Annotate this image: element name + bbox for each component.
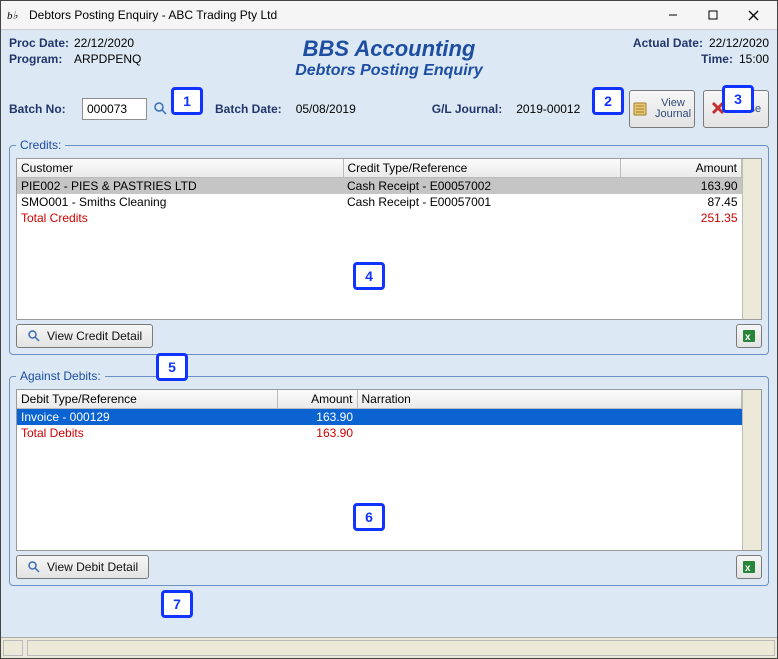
debits-footer: View Debit Detail x bbox=[16, 555, 762, 579]
view-debit-detail-button[interactable]: View Debit Detail bbox=[16, 555, 149, 579]
close-button[interactable]: Close bbox=[703, 90, 769, 128]
lookup-icon[interactable] bbox=[153, 101, 169, 117]
status-cell-icon bbox=[3, 640, 23, 656]
batch-no-label: Batch No: bbox=[9, 102, 74, 116]
debits-grid-gutter bbox=[742, 390, 761, 550]
time-label: Time: bbox=[701, 52, 733, 66]
debits-col-type[interactable]: Debit Type/Reference bbox=[17, 390, 277, 409]
debits-grid[interactable]: Debit Type/Reference Amount Narration In… bbox=[17, 390, 742, 550]
actual-date-label: Actual Date: bbox=[633, 36, 703, 50]
export-excel-credits-button[interactable]: x bbox=[736, 324, 762, 348]
window-title: Debtors Posting Enquiry - ABC Trading Pt… bbox=[29, 8, 653, 22]
svg-text:b♭: b♭ bbox=[7, 10, 19, 22]
export-excel-debits-button[interactable]: x bbox=[736, 555, 762, 579]
credits-group: Credits: Customer Credit Type/Reference … bbox=[9, 138, 769, 355]
table-row[interactable]: PIE002 - PIES & PASTRIES LTD Cash Receip… bbox=[17, 178, 742, 195]
debits-group: Against Debits: Debit Type/Reference Amo… bbox=[9, 369, 769, 586]
gl-journal-label: G/L Journal: bbox=[432, 102, 502, 116]
app-icon: b♭ bbox=[7, 7, 23, 23]
titlebar: b♭ Debtors Posting Enquiry - ABC Trading… bbox=[1, 1, 777, 30]
program-label: Program: bbox=[9, 52, 74, 66]
view-journal-button[interactable]: View Journal bbox=[629, 90, 695, 128]
view-credit-detail-button[interactable]: View Credit Detail bbox=[16, 324, 153, 348]
window-root: b♭ Debtors Posting Enquiry - ABC Trading… bbox=[0, 0, 778, 659]
window-controls bbox=[653, 3, 773, 27]
gl-journal-value: 2019-00012 bbox=[516, 102, 580, 116]
credits-grid[interactable]: Customer Credit Type/Reference Amount PI… bbox=[17, 159, 742, 319]
credits-col-customer[interactable]: Customer bbox=[17, 159, 343, 178]
credits-grid-shell: Customer Credit Type/Reference Amount PI… bbox=[16, 158, 762, 320]
time-value: 15:00 bbox=[739, 52, 769, 66]
credits-col-type[interactable]: Credit Type/Reference bbox=[343, 159, 621, 178]
credits-grid-gutter bbox=[742, 159, 761, 319]
excel-icon: x bbox=[742, 329, 756, 343]
batch-date-label: Batch Date: bbox=[215, 102, 282, 116]
view-debit-detail-label: View Debit Detail bbox=[47, 560, 138, 574]
svg-text:x: x bbox=[745, 563, 751, 574]
debits-legend: Against Debits: bbox=[16, 369, 105, 383]
magnifier-icon bbox=[27, 329, 41, 343]
table-row[interactable]: Invoice - 000129 163.90 bbox=[17, 409, 742, 426]
credits-footer: View Credit Detail x bbox=[16, 324, 762, 348]
close-window-button[interactable] bbox=[733, 3, 773, 27]
debits-col-narration[interactable]: Narration bbox=[357, 390, 742, 409]
credits-col-amount[interactable]: Amount bbox=[621, 159, 742, 178]
maximize-button[interactable] bbox=[693, 3, 733, 27]
debits-col-amount[interactable]: Amount bbox=[277, 390, 357, 409]
journal-icon bbox=[633, 101, 649, 117]
batch-no-input[interactable] bbox=[82, 98, 147, 120]
callout-7: 7 bbox=[161, 590, 193, 618]
batch-row: Batch No: Batch Date: 05/08/2019 G/L Jou… bbox=[9, 90, 769, 128]
debits-total-row: Total Debits 163.90 bbox=[17, 425, 742, 441]
close-icon bbox=[711, 101, 727, 117]
status-cell-main bbox=[27, 640, 775, 656]
credits-total-row: Total Credits 251.35 bbox=[17, 210, 742, 226]
view-journal-label: View Journal bbox=[655, 98, 691, 120]
svg-text:x: x bbox=[745, 332, 751, 343]
client-area: BBS Accounting Debtors Posting Enquiry P… bbox=[1, 30, 777, 637]
close-label: Close bbox=[733, 103, 761, 115]
statusbar bbox=[1, 637, 777, 658]
credits-legend: Credits: bbox=[16, 138, 65, 152]
table-row[interactable]: SMO001 - Smiths Cleaning Cash Receipt - … bbox=[17, 194, 742, 210]
magnifier-icon bbox=[27, 560, 41, 574]
debits-grid-shell: Debit Type/Reference Amount Narration In… bbox=[16, 389, 762, 551]
proc-date-value: 22/12/2020 bbox=[74, 36, 134, 50]
excel-icon: x bbox=[742, 560, 756, 574]
batch-no-field bbox=[82, 98, 169, 120]
program-value: ARPDPENQ bbox=[74, 52, 141, 66]
actual-date-value: 22/12/2020 bbox=[709, 36, 769, 50]
minimize-button[interactable] bbox=[653, 3, 693, 27]
view-credit-detail-label: View Credit Detail bbox=[47, 329, 142, 343]
batch-date-value: 05/08/2019 bbox=[296, 102, 356, 116]
proc-date-label: Proc Date: bbox=[9, 36, 74, 50]
header-block: BBS Accounting Debtors Posting Enquiry P… bbox=[9, 36, 769, 80]
